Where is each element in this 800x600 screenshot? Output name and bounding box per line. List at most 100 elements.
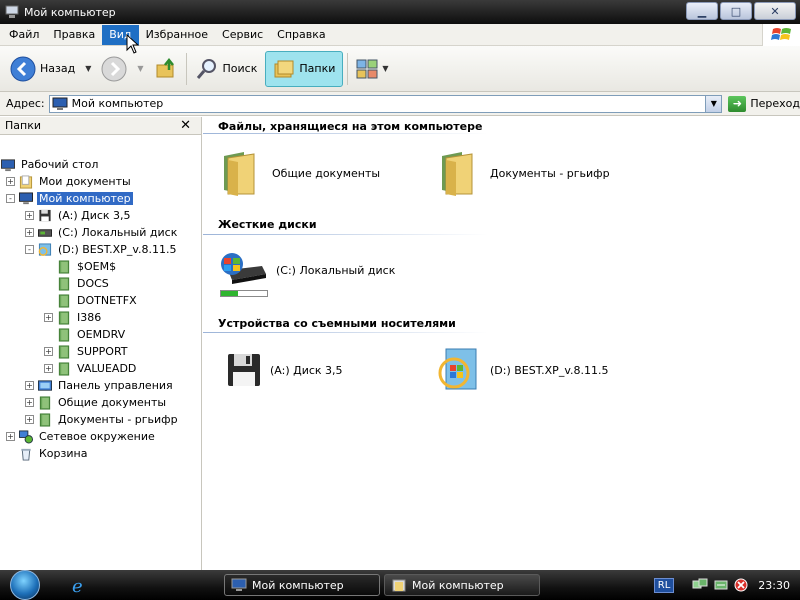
maximize-button[interactable]: □: [720, 2, 752, 20]
tree-item[interactable]: + (C:) Локальный диск: [25, 224, 179, 241]
forward-button[interactable]: [97, 51, 131, 87]
folders-pane-header: Папки ✕: [0, 117, 201, 135]
minimize-button[interactable]: ▁: [686, 2, 718, 20]
close-icon[interactable]: ✕: [180, 118, 191, 133]
tree-item[interactable]: + (A:) Диск 3,5: [25, 207, 133, 224]
collapse-icon[interactable]: -: [6, 194, 15, 203]
start-button[interactable]: [0, 570, 50, 600]
svg-text:e: e: [72, 576, 83, 595]
tree-item-label: SUPPORT: [77, 345, 128, 358]
tree-item[interactable]: - (D:) BEST.XP_v.8.11.5: [25, 241, 178, 258]
expand-icon[interactable]: +: [25, 398, 34, 407]
folder-icon: [224, 152, 255, 196]
menu-edit[interactable]: Правка: [46, 25, 102, 45]
folder-icon: [58, 327, 70, 342]
tree-item[interactable]: + Мои документы: [6, 173, 133, 190]
folders-label: Папки: [299, 62, 336, 75]
folder-icon: [58, 293, 70, 308]
computer-icon: [52, 97, 68, 110]
item-floppy-a[interactable]: (A:) Диск 3,5: [226, 352, 343, 388]
language-indicator[interactable]: RL: [653, 577, 675, 593]
tree-item[interactable]: + Панель управления: [25, 377, 175, 394]
tree-item[interactable]: DOTNETFX: [44, 292, 139, 309]
tree-item[interactable]: + Общие документы: [25, 394, 168, 411]
menu-favorites[interactable]: Избранное: [139, 25, 215, 45]
tree-item[interactable]: + VALUEADD: [44, 360, 138, 377]
title-bar[interactable]: Мой компьютер ▁ □ ✕: [0, 0, 800, 24]
go-arrow-icon: ➜: [728, 95, 747, 112]
tree-item[interactable]: Рабочий стол: [0, 156, 100, 173]
tree-item[interactable]: - Мой компьютер: [6, 190, 133, 207]
folder-icon: [39, 395, 51, 410]
menu-tools[interactable]: Сервис: [215, 25, 270, 45]
expand-icon[interactable]: +: [44, 313, 53, 322]
address-field[interactable]: Мой компьютер ▼: [48, 94, 723, 113]
system-tray: RL 23:30: [653, 570, 800, 600]
expand-icon[interactable]: +: [25, 381, 34, 390]
go-label: Переход: [750, 97, 800, 110]
tree-item[interactable]: DOCS: [44, 275, 111, 292]
back-button[interactable]: Назад: [6, 51, 79, 87]
back-history-dropdown[interactable]: ▼: [85, 64, 91, 73]
tree-item[interactable]: Корзина: [6, 445, 89, 462]
taskbar-task-2[interactable]: Мой компьютер: [384, 574, 540, 596]
window-title: Мой компьютер: [24, 5, 116, 19]
back-label: Назад: [40, 62, 76, 75]
tree-item[interactable]: + SUPPORT: [44, 343, 130, 360]
tree-item-label: Сетевое окружение: [39, 430, 155, 443]
expand-icon[interactable]: +: [6, 177, 15, 186]
tree-item[interactable]: + Сетевое окружение: [6, 428, 157, 445]
security-alert-icon[interactable]: [734, 578, 748, 592]
search-button[interactable]: Поиск: [191, 51, 262, 87]
folders-button[interactable]: Папки: [265, 50, 344, 87]
desktop-icon: [1, 158, 15, 171]
floppy-icon: [39, 209, 51, 221]
expand-icon[interactable]: +: [44, 347, 53, 356]
safely-remove-hardware-icon[interactable]: [714, 578, 728, 592]
clock: 23:30: [758, 578, 790, 592]
expand-icon[interactable]: +: [25, 415, 34, 424]
windows-orb-icon: [10, 570, 40, 600]
cd-drive-icon: [38, 242, 52, 256]
views-icon: [356, 59, 378, 78]
address-label: Адрес:: [6, 97, 45, 110]
tree-item[interactable]: $OEM$: [44, 258, 118, 275]
forward-history-dropdown[interactable]: ▼: [137, 64, 143, 73]
network-tray-icon[interactable]: [692, 578, 708, 592]
expand-icon[interactable]: +: [44, 364, 53, 373]
address-dropdown-button[interactable]: ▼: [705, 95, 722, 112]
item-cd-drive-d[interactable]: (D:) BEST.XP_v.8.11.5: [438, 347, 608, 393]
toolbar-separator: [347, 52, 349, 85]
taskbar-task-1[interactable]: Мой компьютер: [224, 574, 380, 596]
quick-launch-internet-explorer[interactable]: e: [66, 574, 92, 596]
toolbar: Назад ▼ ▼ Поиск Папки ▼: [0, 46, 800, 92]
go-button[interactable]: ➜ Переход: [728, 95, 800, 112]
views-button[interactable]: ▼: [352, 51, 392, 87]
floppy-icon: [228, 354, 260, 386]
tree-item-label: Общие документы: [58, 396, 167, 409]
folder-icon: [442, 152, 473, 196]
search-label: Поиск: [222, 62, 258, 75]
tree-item-label: I386: [77, 311, 102, 324]
menu-help[interactable]: Справка: [270, 25, 332, 45]
item-user-documents[interactable]: Документы - ргьифр: [438, 150, 610, 196]
tree-item[interactable]: OEMDRV: [44, 326, 127, 343]
up-folder-button[interactable]: [150, 51, 182, 87]
expand-icon[interactable]: +: [6, 432, 15, 441]
tree-item-label: (A:) Диск 3,5: [58, 209, 131, 222]
close-button[interactable]: ✕: [754, 2, 796, 20]
expand-icon[interactable]: +: [25, 211, 34, 220]
task-label: Мой компьютер: [412, 578, 504, 592]
expand-icon[interactable]: +: [25, 228, 34, 237]
item-local-disk-c[interactable]: (C:) Локальный диск: [218, 252, 395, 288]
disk-usage-bar: [220, 290, 268, 297]
collapse-icon[interactable]: -: [25, 245, 34, 254]
tree-item-label: DOTNETFX: [77, 294, 137, 307]
tree-item[interactable]: + I386: [44, 309, 103, 326]
item-label: Общие документы: [272, 166, 381, 180]
tree-item[interactable]: + Документы - ргьифр: [25, 411, 180, 428]
task-label: Мой компьютер: [252, 578, 344, 592]
item-shared-documents[interactable]: Общие документы: [220, 150, 380, 196]
menu-file[interactable]: Файл: [2, 25, 46, 45]
item-label: (C:) Локальный диск: [276, 263, 396, 277]
